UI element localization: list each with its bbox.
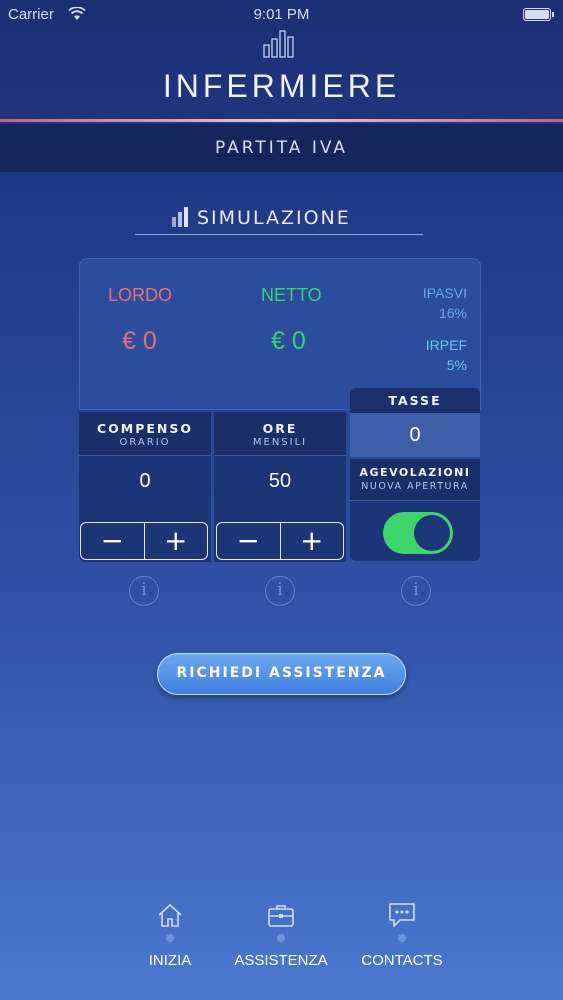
ore-minus-button[interactable]: − xyxy=(217,523,280,559)
lordo-value: € 0 xyxy=(122,327,157,355)
compenso-plus-button[interactable]: + xyxy=(143,523,208,559)
ipasvi-value: 16% xyxy=(438,305,467,321)
status-bar: Carrier 9:01 PM xyxy=(0,0,563,30)
compenso-info-icon[interactable]: i xyxy=(129,576,159,606)
app-title: INFERMIERE xyxy=(162,68,401,104)
ipasvi-label: IPASVI xyxy=(422,285,467,301)
tab-contacts-label: CONTACTS xyxy=(361,952,443,969)
tab-contacts[interactable]: CONTACTS xyxy=(352,900,452,969)
lordo-label: LORDO xyxy=(108,285,173,305)
tasse-header: TASSE xyxy=(350,388,480,413)
compenso-value[interactable]: 0 xyxy=(79,470,211,493)
tab-assistenza-label: ASSISTENZA xyxy=(234,952,328,969)
compenso-stepper: − + xyxy=(80,522,208,560)
status-time: 9:01 PM xyxy=(253,6,310,23)
irpef-value: 5% xyxy=(446,357,467,373)
tab-bar: INIZIA ASSISTENZA CONTACTS xyxy=(0,900,563,1000)
bars-icon xyxy=(172,207,188,227)
agevolazioni-subtitle: NUOVA APERTURA xyxy=(361,481,469,492)
header-divider xyxy=(0,119,563,122)
richiedi-assistenza-button[interactable]: RICHIEDI ASSISTENZA xyxy=(157,653,406,695)
compenso-minus-button[interactable]: − xyxy=(81,523,144,559)
tab-inizia-indicator xyxy=(166,934,174,942)
ore-plus-button[interactable]: + xyxy=(279,523,344,559)
section-title-label: SIMULAZIONE xyxy=(197,207,351,229)
netto-value: € 0 xyxy=(271,327,306,355)
compenso-header: COMPENSO ORARIO xyxy=(79,412,211,456)
compenso-subtitle: ORARIO xyxy=(119,437,171,448)
agevolazioni-title: AGEVOLAZIONI xyxy=(359,466,471,479)
bar-chart-logo-icon xyxy=(263,30,294,58)
nuova-apertura-toggle[interactable] xyxy=(383,512,453,554)
tab-inizia-label: INIZIA xyxy=(148,952,192,969)
chat-icon xyxy=(389,903,415,927)
ore-stepper: − + xyxy=(216,522,344,560)
tab-assistenza-indicator xyxy=(277,934,285,942)
battery-icon xyxy=(523,8,554,21)
ore-subtitle: MENSILI xyxy=(252,437,308,448)
agevolazioni-header: AGEVOLAZIONI NUOVA APERTURA xyxy=(350,459,480,501)
page-subtitle: PARTITA IVA xyxy=(0,124,563,172)
toggle-knob xyxy=(414,515,450,551)
briefcase-icon xyxy=(268,905,294,927)
ore-value[interactable]: 50 xyxy=(214,470,346,493)
irpef-label: IRPEF xyxy=(425,337,467,353)
netto-label: NETTO xyxy=(261,285,322,305)
section-title: SIMULAZIONE xyxy=(135,203,423,235)
app-header: INFERMIERE xyxy=(0,28,563,122)
ore-info-icon[interactable]: i xyxy=(265,576,295,606)
ore-title: ORE xyxy=(262,421,298,436)
home-icon xyxy=(158,903,182,927)
tab-inizia[interactable]: INIZIA xyxy=(125,900,215,969)
agevolazioni-info-icon[interactable]: i xyxy=(401,576,431,606)
ore-header: ORE MENSILI xyxy=(214,412,346,456)
tasse-value[interactable]: 0 xyxy=(350,413,480,457)
compenso-title: COMPENSO xyxy=(96,421,194,436)
tab-contacts-indicator xyxy=(398,934,406,942)
tab-assistenza[interactable]: ASSISTENZA xyxy=(228,900,334,969)
